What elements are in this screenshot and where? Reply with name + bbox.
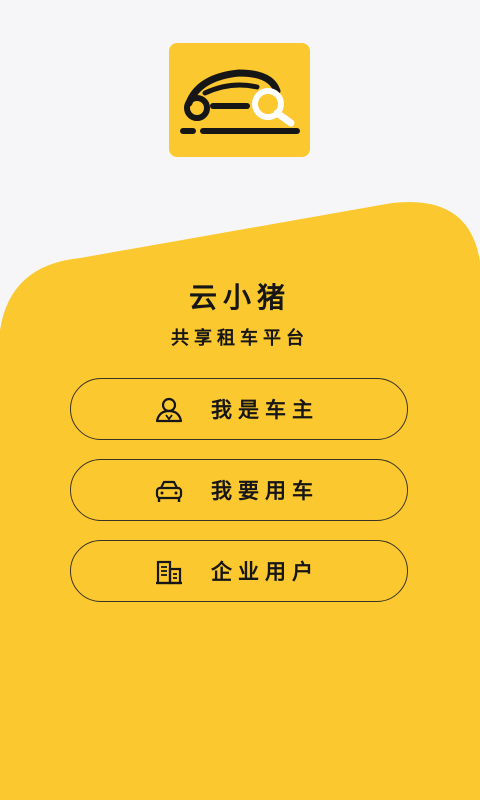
building-icon bbox=[156, 560, 182, 585]
enterprise-user-label: 企业用户 bbox=[211, 559, 319, 584]
car-front-icon bbox=[155, 480, 183, 502]
enterprise-user-button[interactable]: 企业用户 bbox=[70, 540, 408, 602]
car-owner-icon bbox=[155, 397, 183, 423]
rent-car-button[interactable]: 我要用车 bbox=[70, 459, 408, 521]
car-owner-button[interactable]: 我是车主 bbox=[70, 378, 408, 440]
car-owner-label: 我是车主 bbox=[211, 397, 319, 422]
rent-car-label: 我要用车 bbox=[211, 478, 319, 503]
car-search-icon bbox=[180, 69, 300, 134]
app-name: 云小猪 bbox=[188, 281, 291, 314]
app-slogan: 共享租车平台 bbox=[171, 328, 309, 349]
app-logo bbox=[169, 43, 310, 157]
